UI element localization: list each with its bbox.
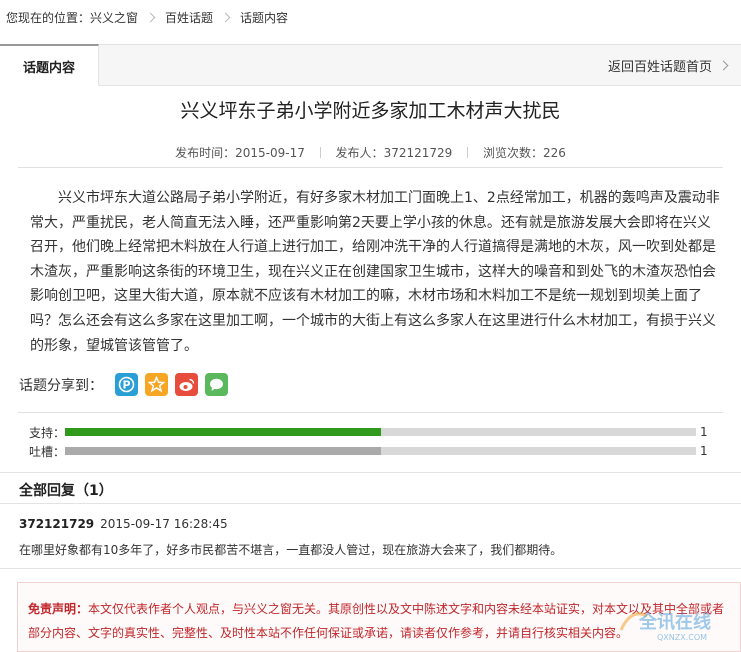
replies-header: 全部回复（1） — [0, 472, 741, 504]
publish-date: 2015-09-17 — [235, 146, 305, 160]
breadcrumb-separator-icon — [145, 12, 156, 22]
weibo-icon[interactable] — [175, 373, 198, 396]
views-count: 226 — [542, 146, 566, 160]
back-link-label: 返回百姓话题首页 — [607, 59, 712, 75]
replies-title: 全部回复（1） — [19, 483, 113, 499]
breadcrumb-current: 话题内容 — [240, 10, 289, 25]
views-label: 浏览次数： — [482, 146, 543, 160]
reply-text: 在哪里好象都有10多年了，好多市民都苦不堪言，一直都没人管过，现在旅游大会来了，… — [19, 543, 563, 557]
breadcrumb-prefix: 您现在的位置： — [6, 10, 91, 25]
watermark-logo-icon: 全讯在线 QXNZX.COM — [619, 611, 711, 642]
watermark-subtext: QXNZX.COM — [657, 633, 707, 642]
divider — [18, 412, 723, 413]
complain-vote-row[interactable]: 吐槽： 1 — [29, 443, 719, 459]
breadcrumb-separator-icon — [220, 12, 231, 22]
support-label: 支持： — [29, 425, 66, 440]
meta-divider — [319, 147, 321, 158]
article-meta: 发布时间：2015-09-17 发布人：372121729 浏览次数：226 — [0, 144, 741, 161]
meta-divider — [467, 147, 469, 158]
article-body: 兴义市坪东大道公路局子弟小学附近，有好多家木材加工门面晚上1、2点经常加工，机器… — [30, 186, 720, 358]
article-title: 兴义坪东子弟小学附近多家加工木材声大扰民 — [180, 100, 561, 122]
back-to-topics-link[interactable]: 返回百姓话题首页 — [607, 45, 729, 85]
support-vote-row[interactable]: 支持： 1 — [29, 424, 719, 440]
complain-bar-fill — [65, 447, 381, 455]
author-name: 372121729 — [383, 146, 453, 160]
divider — [0, 568, 741, 569]
support-bar-fill — [65, 428, 381, 436]
chevron-right-icon — [718, 60, 729, 70]
disclaimer-label: 免责声明： — [28, 602, 89, 616]
share-bar: 话题分享到： P — [19, 373, 235, 396]
reply-username[interactable]: 372121729 — [19, 517, 94, 531]
breadcrumb-link-home[interactable]: 兴义之窗 — [90, 9, 138, 26]
svg-text:P: P — [122, 379, 130, 392]
publish-label: 发布时间： — [175, 146, 236, 160]
reply-meta: 372121729 2015-09-17 16:28:45 — [19, 517, 228, 531]
complain-bar-track[interactable] — [65, 447, 696, 455]
share-label: 话题分享到： — [19, 377, 103, 394]
divider — [18, 167, 723, 168]
wechat-icon[interactable] — [205, 373, 228, 396]
complain-count: 1 — [700, 444, 708, 458]
breadcrumb-link-topics[interactable]: 百姓话题 — [165, 9, 213, 26]
author-label: 发布人： — [335, 146, 384, 160]
article-paragraph: 兴义市坪东大道公路局子弟小学附近，有好多家木材加工门面晚上1、2点经常加工，机器… — [30, 190, 720, 354]
watermark-text: 全讯在线 — [638, 611, 711, 633]
support-bar-track[interactable] — [65, 428, 696, 436]
tab-topic-content[interactable]: 话题内容 — [0, 44, 99, 86]
star-icon[interactable] — [145, 373, 168, 396]
tab-bar: 话题内容 返回百姓话题首页 — [0, 44, 741, 86]
pinterest-icon[interactable]: P — [115, 373, 138, 396]
breadcrumb: 您现在的位置： 兴义之窗 百姓话题 话题内容 — [6, 9, 288, 25]
reply-time: 2015-09-17 16:28:45 — [100, 517, 228, 531]
complain-label: 吐槽： — [29, 444, 66, 459]
support-count: 1 — [700, 425, 708, 439]
